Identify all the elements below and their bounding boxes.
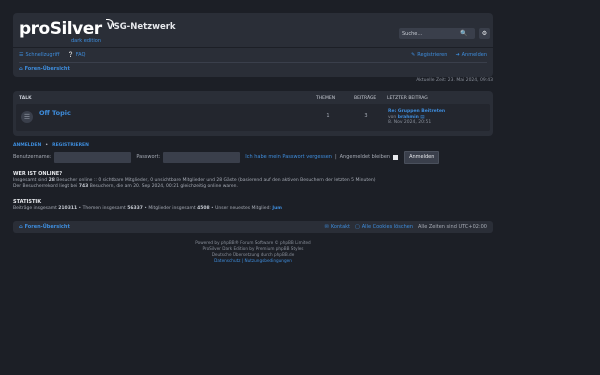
contact-link[interactable]: ✉ Kontakt — [325, 224, 350, 230]
register-heading-link[interactable]: Registrieren — [52, 143, 89, 148]
stats-title: Statistik — [13, 199, 42, 205]
posts-header: Beiträge — [354, 96, 377, 101]
login-link[interactable]: ➜ Anmelden — [455, 52, 487, 58]
forum-read-icon: ☰ — [21, 111, 33, 123]
password-label: Passwort: — [136, 154, 161, 160]
search-icon[interactable]: 🔍 — [459, 28, 469, 39]
home-icon: ⌂ — [19, 224, 23, 230]
forum-posts-count: 3 — [364, 113, 368, 119]
site-name: VSG-Netzwerk — [107, 22, 176, 32]
site-logo[interactable]: proSilver — [19, 19, 102, 39]
menu-icon: ☰ — [19, 52, 24, 58]
forgot-password-link[interactable]: Ich habe mein Passwort vergessen — [245, 154, 332, 160]
remember-label: Angemeldet bleiben — [339, 154, 391, 160]
last-post-date: 8. Nov 2024, 20:51 — [388, 120, 432, 125]
help-icon: ❔ — [67, 52, 74, 58]
last-post-author[interactable]: brahmin — [398, 115, 419, 120]
topics-header: Themen — [316, 96, 336, 101]
password-field[interactable] — [163, 151, 241, 163]
envelope-icon: ✉ — [324, 224, 329, 230]
footer-credits: Powered by phpBB® Forum Software © phpBB… — [13, 240, 493, 264]
search-box: 🔍 — [399, 28, 475, 39]
last-post-link[interactable]: Re: Gruppen Beitreten — [388, 109, 445, 114]
category-header: Talk — [19, 96, 32, 101]
quicklinks-menu[interactable]: ☰ Schnellzugriff — [19, 52, 59, 58]
edit-icon: ✎ — [411, 52, 416, 58]
newest-member-link[interactable]: Jum — [272, 206, 282, 211]
remember-checkbox[interactable] — [393, 154, 399, 160]
search-input[interactable] — [399, 28, 457, 39]
sign-in-icon: ➜ — [455, 52, 460, 58]
navbar-divider — [19, 62, 487, 63]
trash-icon: ▢ — [355, 224, 360, 230]
last-post-info: Re: Gruppen Beitreten von brahmin ▤ 8. N… — [388, 109, 446, 125]
online-title: Wer ist online? — [13, 171, 63, 177]
navbar: ☰ Schnellzugriff ❔ FAQ ✎ Registrieren ➜ Anme… — [13, 47, 493, 77]
last-post-header: Letzter Beitrag — [387, 96, 428, 101]
footer-breadcrumb-home[interactable]: ⌂ Foren-Übersicht — [19, 224, 70, 230]
login-form: Benutzername: Passwort: Ich habe mein Pa… — [13, 150, 440, 164]
forum-title[interactable]: Off Topic — [39, 109, 71, 117]
stats-text: Beiträge insgesamt 210311 • Themen insge… — [13, 206, 282, 211]
timezone-text: Alle Zeiten sind UTC+02:00 — [418, 224, 487, 230]
privacy-terms-links: Datenschutz | Nutzungsbedingungen — [214, 258, 292, 263]
home-icon: ⌂ — [19, 66, 23, 72]
login-header: Anmelden • Registrieren — [13, 143, 89, 148]
site-header: proSilver dark edition VSG-Netzwerk 🔍 ⚙ — [13, 13, 493, 47]
login-submit-button[interactable]: Anmelden — [404, 150, 440, 164]
forum-row: ☰ Off Topic 1 3 Re: Gruppen Beitreten vo… — [16, 104, 490, 131]
forum-list: Talk Themen Beiträge Letzter Beitrag ☰ O… — [13, 91, 493, 136]
separator: • — [45, 143, 49, 148]
login-heading-link[interactable]: Anmelden — [13, 143, 41, 148]
online-text: Insgesamt sind 28 Besucher online :: 0 s… — [13, 178, 376, 189]
faq-link[interactable]: ❔ FAQ — [67, 52, 85, 58]
advanced-search-gear-icon[interactable]: ⚙ — [479, 28, 490, 39]
breadcrumb-home[interactable]: ⌂ Foren-Übersicht — [19, 66, 70, 72]
goto-last-post-icon[interactable]: ▤ — [420, 115, 424, 120]
username-label: Benutzername: — [13, 154, 52, 160]
current-time: Aktuelle Zeit: 23. Mai 2024, 09:43 — [416, 78, 493, 83]
logo-subtitle: dark edition — [71, 38, 101, 44]
separator: | — [334, 154, 337, 160]
footer-navbar: ⌂ Foren-Übersicht ✉ Kontakt ▢ Alle Cookies … — [13, 221, 493, 233]
register-link[interactable]: ✎ Registrieren — [411, 52, 447, 58]
forum-topics-count: 1 — [326, 113, 330, 119]
delete-cookies-link[interactable]: ▢ Alle Cookies löschen — [355, 224, 413, 230]
username-field[interactable] — [54, 151, 132, 163]
